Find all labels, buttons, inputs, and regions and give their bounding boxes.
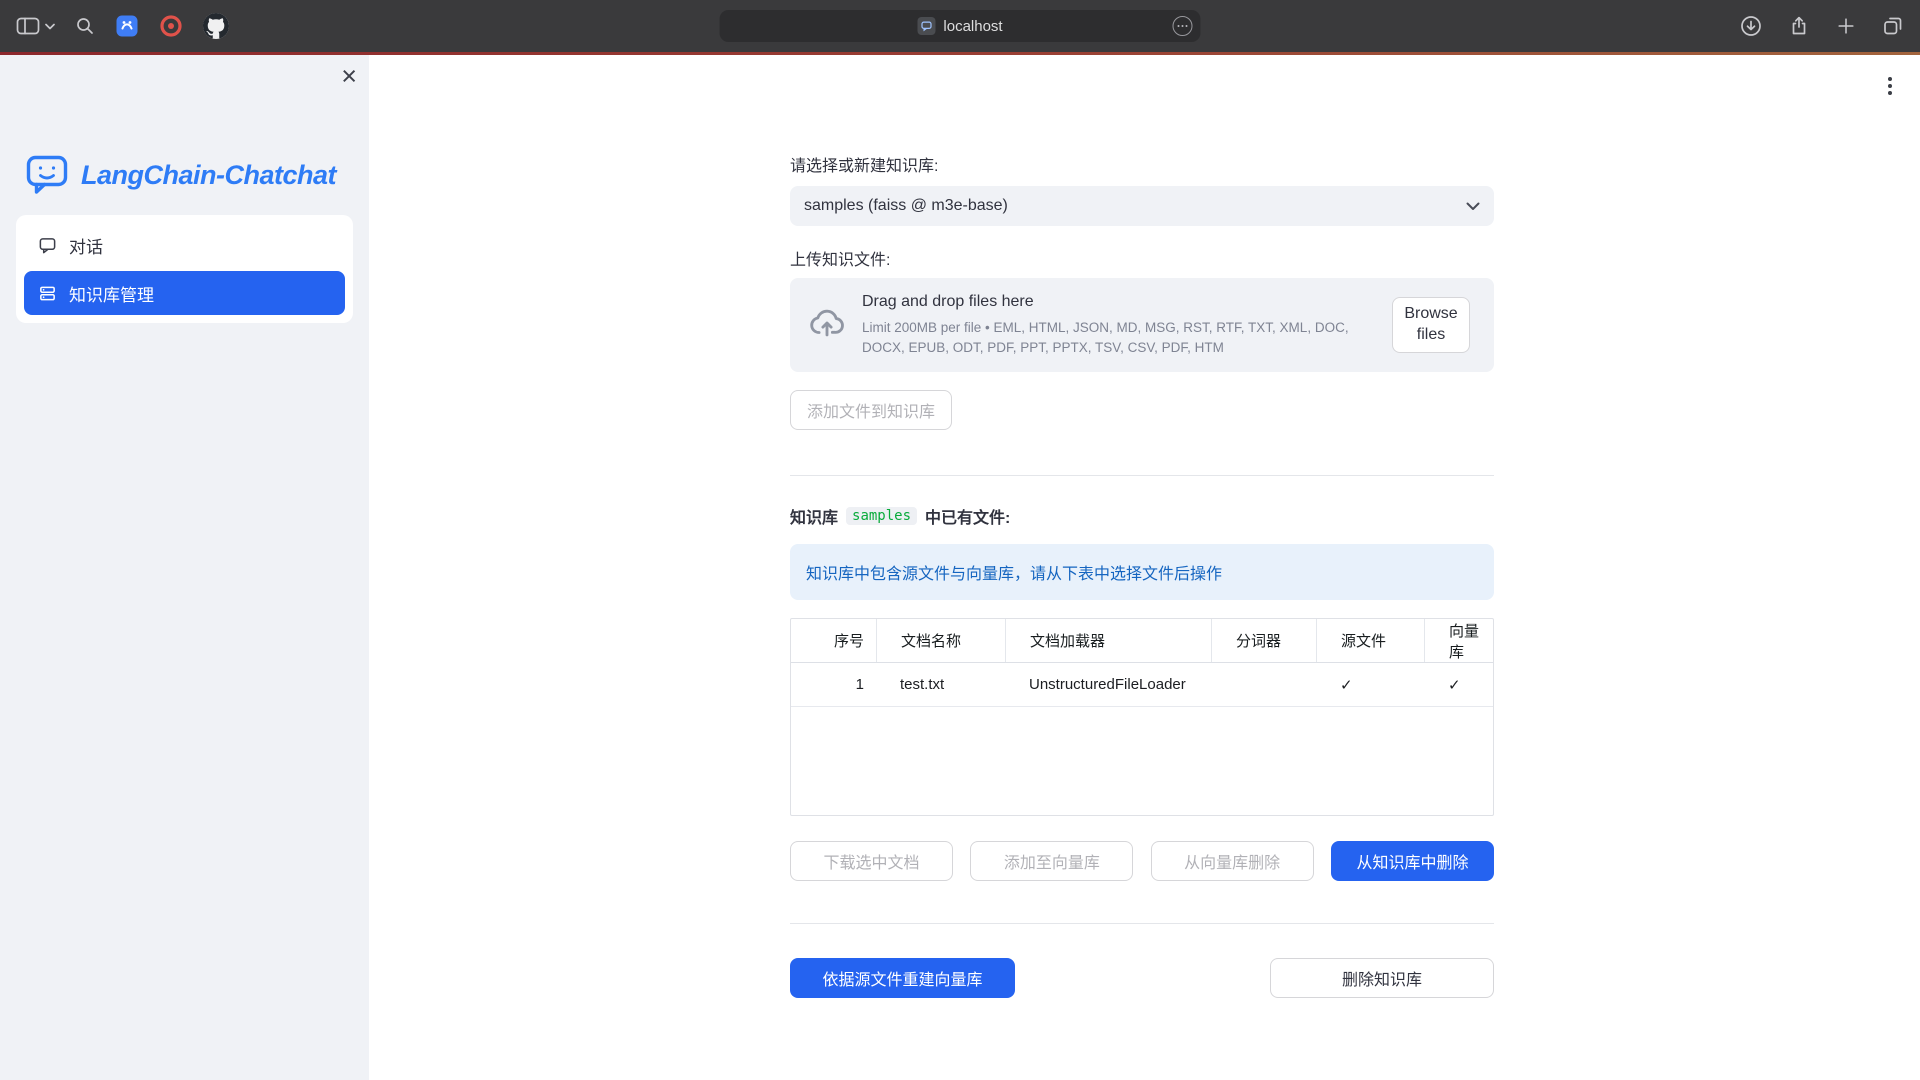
pinned-app-blue[interactable] [115, 14, 139, 38]
search-icon [75, 16, 95, 36]
add-to-vector-button[interactable]: 添加至向量库 [970, 841, 1133, 881]
blue-app-icon [115, 14, 139, 38]
toolbar-left-group [16, 13, 229, 39]
col-header-vector[interactable]: 向量库 [1424, 619, 1493, 662]
delete-from-kb-button[interactable]: 从知识库中删除 [1331, 841, 1494, 881]
browser-toolbar: localhost [0, 0, 1920, 52]
divider [790, 475, 1494, 476]
chevron-down-icon [45, 23, 55, 30]
download-icon [1740, 15, 1762, 37]
target-ring-icon [159, 14, 183, 38]
cell-source-check: ✓ [1316, 663, 1424, 706]
main-area: 请选择或新建知识库: samples (faiss @ m3e-base) 上传… [369, 55, 1920, 1080]
info-alert: 知识库中包含源文件与向量库，请从下表中选择文件后操作 [790, 544, 1494, 600]
sidebar: × LangChain-Chatchat 对话 [0, 55, 369, 1080]
col-header-index[interactable]: 序号 [791, 619, 876, 662]
cell-index: 1 [791, 663, 876, 706]
pinned-app-orange[interactable] [159, 14, 183, 38]
cloud-upload-icon [808, 304, 846, 347]
page: × LangChain-Chatchat 对话 [0, 55, 1920, 1080]
sidebar-item-label: 知识库管理 [69, 281, 154, 306]
github-icon [203, 13, 229, 39]
add-files-button[interactable]: 添加文件到知识库 [790, 390, 952, 430]
sidebar-chevron-button[interactable] [45, 23, 55, 30]
browse-files-button[interactable]: Browse files [1392, 297, 1470, 353]
content-column: 请选择或新建知识库: samples (faiss @ m3e-base) 上传… [790, 55, 1494, 998]
app-menu-kebab-icon[interactable] [1884, 73, 1896, 99]
kb-select-label: 请选择或新建知识库: [790, 152, 1494, 176]
divider [790, 923, 1494, 924]
knowledge-base-icon [38, 284, 57, 303]
tab-overview-button[interactable] [1882, 15, 1904, 37]
share-icon [1788, 15, 1810, 37]
dropzone-texts: Drag and drop files here Limit 200MB per… [862, 293, 1377, 357]
pinned-app-github[interactable] [203, 13, 229, 39]
file-actions: 下载选中文档 添加至向量库 从向量库删除 从知识库中删除 [790, 841, 1494, 881]
download-selected-button[interactable]: 下载选中文档 [790, 841, 953, 881]
cell-loader: UnstructuredFileLoader [1005, 663, 1211, 706]
plus-icon [1836, 16, 1856, 36]
remove-from-vector-button[interactable]: 从向量库删除 [1151, 841, 1314, 881]
cell-vector-check: ✓ [1424, 663, 1493, 706]
kb-select[interactable]: samples (faiss @ m3e-base) [790, 186, 1494, 226]
sidebar-item-knowledge-base[interactable]: 知识库管理 [24, 271, 345, 315]
tabs-icon [1882, 15, 1904, 37]
col-header-splitter[interactable]: 分词器 [1211, 619, 1316, 662]
sidebar-menu: 对话 知识库管理 [16, 215, 353, 323]
dropzone-limit-text: Limit 200MB per file • EML, HTML, JSON, … [862, 318, 1377, 357]
table-header-row: 序号 文档名称 文档加载器 分词器 源文件 向量库 [791, 619, 1493, 663]
cell-splitter [1211, 663, 1316, 706]
brand-logo-icon [26, 155, 72, 195]
select-chevron-icon [1466, 202, 1480, 211]
rebuild-vector-store-button[interactable]: 依据源文件重建向量库 [790, 958, 1015, 998]
upload-label: 上传知识文件: [790, 246, 1494, 270]
col-header-name[interactable]: 文档名称 [876, 619, 1005, 662]
brand-name: LangChain-Chatchat [81, 160, 336, 191]
share-button[interactable] [1788, 15, 1810, 37]
kb-bottom-actions: 依据源文件重建向量库 删除知识库 [790, 958, 1494, 998]
dropzone-title: Drag and drop files here [862, 293, 1377, 311]
sidebar-item-chat[interactable]: 对话 [24, 223, 345, 267]
table-row[interactable]: 1 test.txt UnstructuredFileLoader ✓ ✓ [791, 663, 1493, 707]
heading-prefix: 知识库 [790, 504, 838, 528]
kb-select-value: samples (faiss @ m3e-base) [804, 197, 1008, 215]
sidebar-close-button[interactable]: × [341, 63, 357, 90]
heading-suffix: 中已有文件: [925, 504, 1010, 528]
col-header-loader[interactable]: 文档加载器 [1005, 619, 1211, 662]
streamlit-decoration-bar [0, 52, 1920, 55]
sidebar-item-label: 对话 [69, 233, 103, 258]
info-alert-text: 知识库中包含源文件与向量库，请从下表中选择文件后操作 [806, 560, 1222, 584]
address-bar[interactable]: localhost [720, 10, 1201, 42]
col-header-source[interactable]: 源文件 [1316, 619, 1424, 662]
file-dropzone[interactable]: Drag and drop files here Limit 200MB per… [790, 278, 1494, 372]
url-text: localhost [943, 18, 1002, 35]
sidebar-toggle-button[interactable] [16, 16, 40, 36]
delete-kb-button[interactable]: 删除知识库 [1270, 958, 1494, 998]
sidebar-icon [16, 16, 40, 36]
search-button[interactable] [75, 16, 95, 36]
chat-bubble-icon [38, 236, 57, 255]
toolbar-right-group [1740, 15, 1904, 37]
kb-files-heading: 知识库 samples 中已有文件: [790, 504, 1494, 528]
brand: LangChain-Chatchat [26, 155, 336, 195]
kb-name-code: samples [846, 507, 917, 525]
downloads-button[interactable] [1740, 15, 1762, 37]
site-favicon [917, 17, 935, 35]
files-table[interactable]: 序号 文档名称 文档加载器 分词器 源文件 向量库 1 test.txt Uns… [790, 618, 1494, 816]
extensions-menu-icon[interactable] [1173, 16, 1193, 36]
new-tab-button[interactable] [1836, 16, 1856, 36]
cell-name: test.txt [876, 663, 1005, 706]
